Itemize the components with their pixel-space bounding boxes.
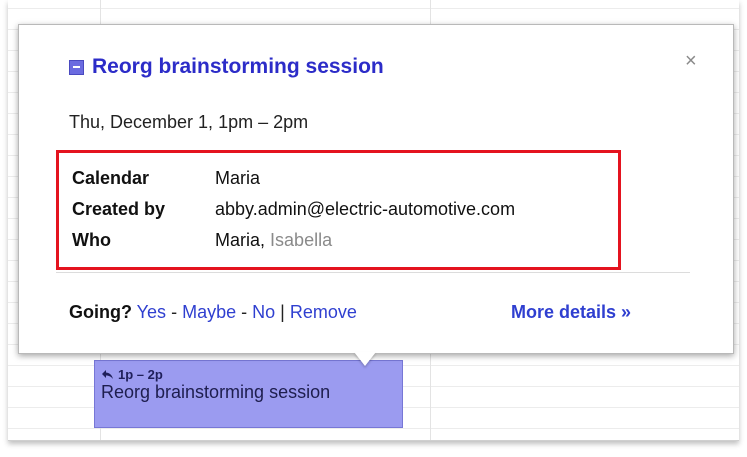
rsvp-no-link[interactable]: No (252, 302, 275, 322)
detail-row-who: Who Maria, Isabella (72, 225, 618, 256)
remove-event-link[interactable]: Remove (290, 302, 357, 322)
guest-isabella: Isabella (270, 230, 333, 250)
who-label: Who (72, 230, 111, 250)
event-title-link[interactable]: Reorg brainstorming session (92, 55, 384, 79)
guest-separator: , (260, 230, 266, 250)
created-by-label: Created by (72, 199, 166, 219)
event-time: 1p – 2p (101, 367, 402, 382)
detail-row-calendar: Calendar Maria (72, 163, 618, 194)
detail-row-created-by: Created by abby.admin@electric-automotiv… (72, 194, 618, 225)
more-details-link[interactable]: More details » (511, 302, 631, 323)
calendar-event-icon (69, 59, 84, 75)
rsvp-yes-link[interactable]: Yes (137, 302, 166, 322)
rsvp-maybe-link[interactable]: Maybe (182, 302, 236, 322)
guest-maria: Maria (215, 230, 261, 250)
rsvp-dash: - (241, 302, 248, 322)
popup-pointer (354, 352, 376, 366)
event-details-highlight: Calendar Maria Created by abby.admin@ele… (56, 150, 621, 270)
who-value: Maria, Isabella (215, 225, 332, 256)
event-block-title: Reorg brainstorming session (101, 382, 331, 402)
calendar-label: Calendar (72, 168, 150, 188)
going-label: Going? (69, 302, 132, 322)
event-date-time: Thu, December 1, 1pm – 2pm (69, 112, 309, 132)
event-details-popup: × Reorg brainstorming session Thu, Decem… (18, 24, 734, 354)
rsvp-pipe: | (280, 302, 285, 322)
popup-divider (56, 272, 690, 273)
event-time-label: 1p – 2p (118, 367, 163, 382)
rsvp-row: Going? Yes - Maybe - No | Remove (69, 302, 357, 323)
close-icon[interactable]: × (685, 51, 697, 71)
popup-title-row: Reorg brainstorming session (69, 55, 384, 79)
rsvp-dash: - (171, 302, 178, 322)
created-by-value: abby.admin@electric-automotive.com (215, 199, 516, 219)
calendar-value: Maria (215, 168, 261, 188)
calendar-event-block[interactable]: 1p – 2p Reorg brainstorming session (94, 360, 403, 428)
reply-arrow-icon (102, 370, 113, 379)
